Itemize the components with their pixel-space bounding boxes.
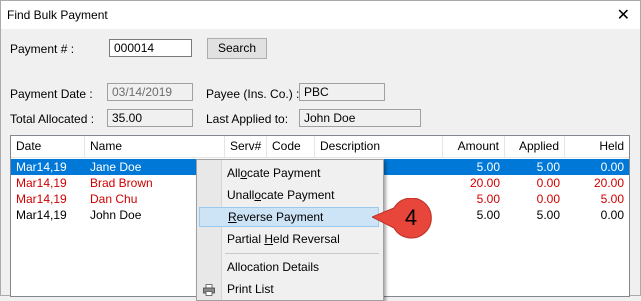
window-title: Find Bulk Payment: [7, 8, 108, 22]
payee-field: PBC: [299, 83, 385, 101]
menu-item-unallocate-payment[interactable]: Unallocate Payment: [199, 185, 379, 205]
menu-text: everse Payment: [236, 210, 324, 224]
cell-date: Mar14,19: [16, 208, 67, 222]
total-allocated-label: Total Allocated :: [10, 112, 95, 126]
cell-held: 0.00: [600, 160, 624, 174]
cell-applied: 0.00: [536, 176, 560, 190]
cell-date: Mar14,19: [16, 192, 67, 206]
menu-text: All: [227, 166, 241, 180]
cell-amount: 5.00: [476, 192, 500, 206]
cell-applied: 5.00: [536, 160, 560, 174]
menu-text: Unall: [227, 188, 255, 202]
search-button[interactable]: Search: [207, 38, 267, 59]
cell-held: 20.00: [593, 176, 624, 190]
close-icon[interactable]: ✕: [617, 5, 630, 24]
col-serv[interactable]: Serv#: [225, 136, 267, 157]
menu-text: cate Payment: [247, 166, 321, 180]
payment-number-label: Payment # :: [10, 42, 75, 56]
col-held[interactable]: Held: [565, 136, 629, 157]
col-applied[interactable]: Applied: [505, 136, 565, 157]
menu-accel: R: [228, 210, 237, 224]
menu-item-allocate-payment[interactable]: Allocate Payment: [199, 163, 379, 183]
cell-applied: 5.00: [536, 208, 560, 222]
payment-date-field: 03/14/2019: [107, 83, 193, 101]
cell-date: Mar14,19: [16, 160, 67, 174]
menu-text: Allocation Details: [227, 260, 320, 274]
last-applied-field: John Doe: [299, 109, 421, 127]
menu-text: cate Payment: [261, 188, 335, 202]
cell-amount: 5.00: [476, 208, 500, 222]
menu-text: eld Reversal: [273, 232, 340, 246]
cell-applied: 0.00: [536, 192, 560, 206]
step-callout-number: 4: [404, 205, 418, 230]
menu-text: Print List: [227, 282, 274, 296]
col-description[interactable]: Description: [315, 136, 443, 157]
payment-number-input[interactable]: 000014: [109, 39, 192, 57]
menu-text: Partial: [227, 232, 265, 246]
payment-date-label: Payment Date :: [10, 87, 93, 101]
cell-amount: 5.00: [476, 160, 500, 174]
cell-amount: 20.00: [469, 176, 500, 190]
menu-separator: [225, 253, 379, 254]
menu-accel: H: [264, 232, 274, 246]
col-name[interactable]: Name: [85, 136, 225, 157]
menu-item-reverse-payment[interactable]: Reverse Payment: [199, 207, 379, 227]
payee-label: Payee (Ins. Co.) :: [206, 87, 300, 101]
menu-item-allocation-details[interactable]: Allocation Details: [199, 257, 379, 277]
cell-held: 0.00: [600, 208, 624, 222]
menu-item-print-list[interactable]: Print List: [199, 279, 379, 299]
menu-item-partial-held-reversal[interactable]: Partial Held Reversal: [199, 229, 379, 249]
last-applied-label: Last Applied to:: [206, 112, 289, 126]
total-allocated-field: 35.00: [107, 109, 193, 127]
col-date[interactable]: Date: [11, 136, 85, 157]
col-code[interactable]: Code: [267, 136, 315, 157]
cell-date: Mar14,19: [16, 176, 67, 190]
context-menu: Allocate Payment Unallocate Payment Reve…: [196, 159, 384, 301]
col-amount[interactable]: Amount: [443, 136, 505, 157]
cell-held: 5.00: [600, 192, 624, 206]
title-bar: Find Bulk Payment ✕: [1, 1, 640, 29]
grid-header: Date Name Serv# Code Description Amount …: [11, 136, 629, 158]
